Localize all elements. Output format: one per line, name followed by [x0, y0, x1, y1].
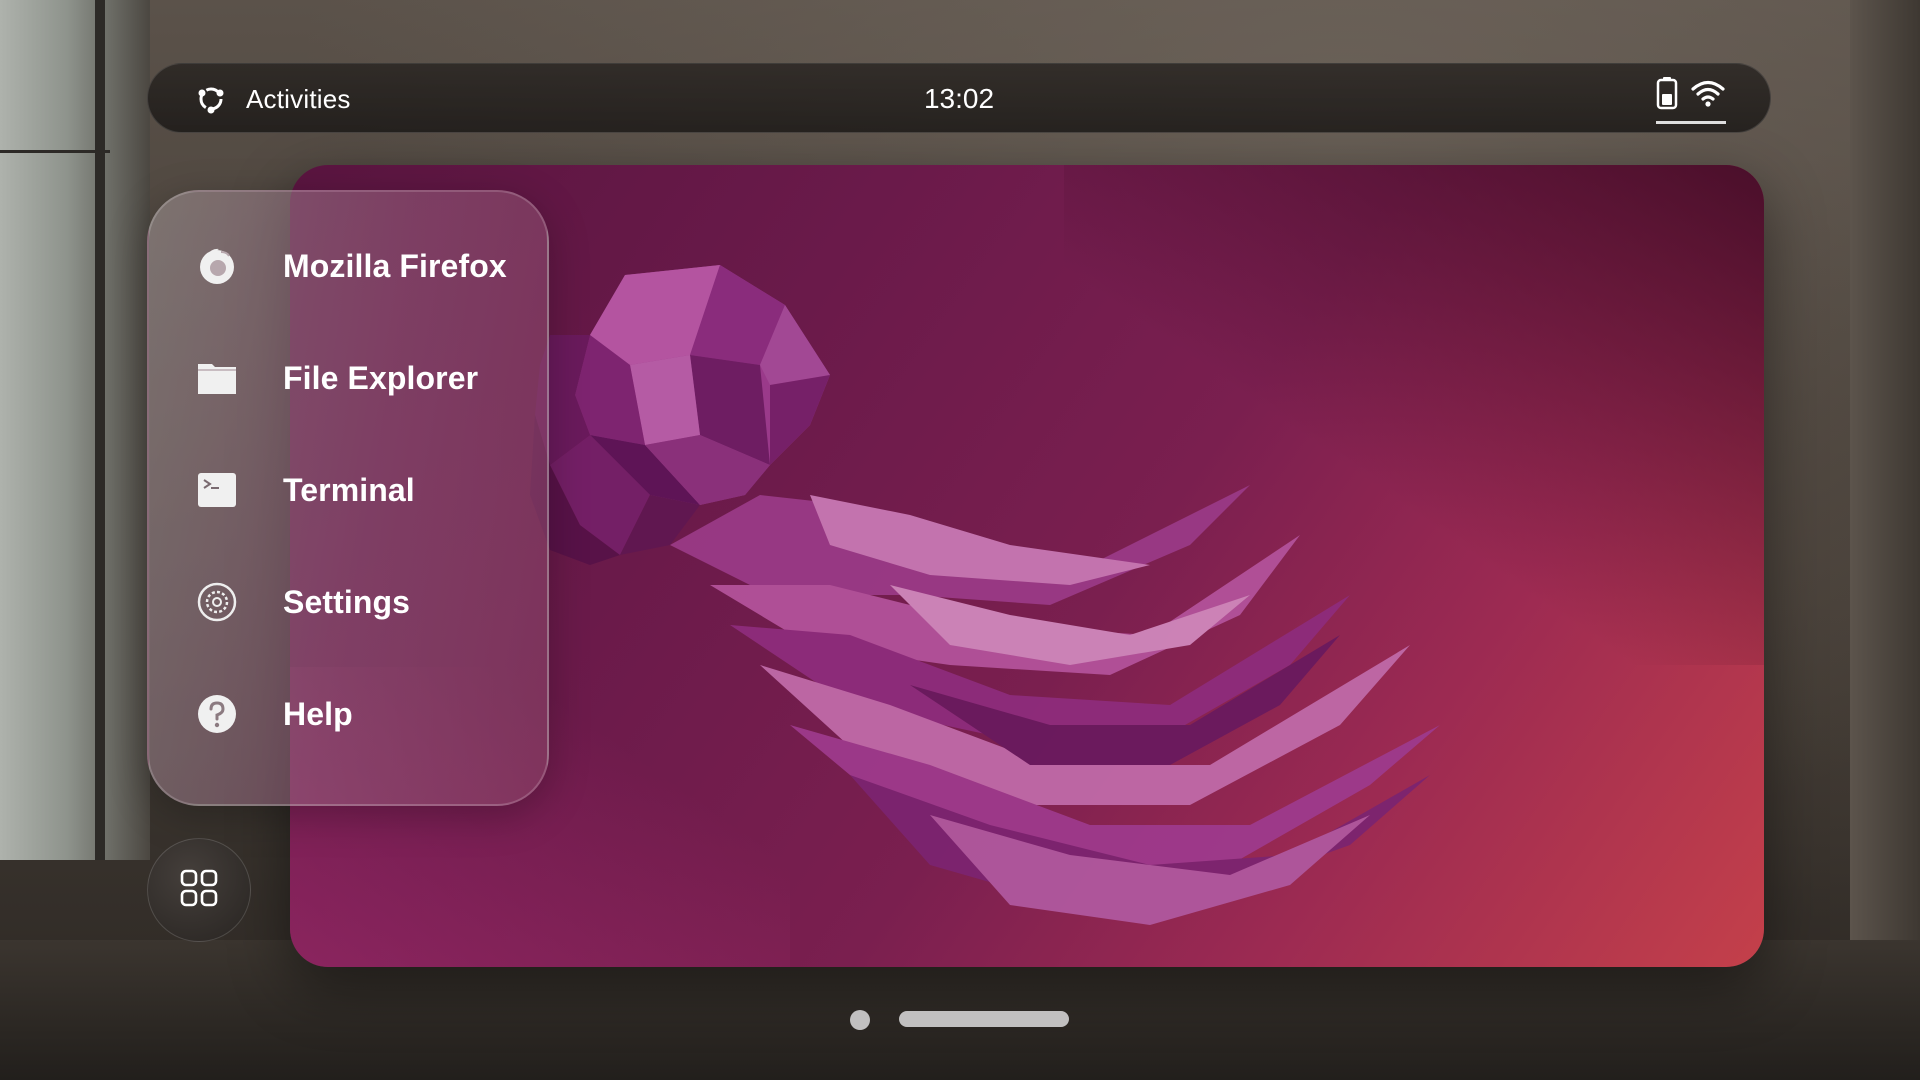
terminal-icon [197, 470, 237, 510]
folder-icon [197, 358, 237, 398]
show-apps-button[interactable] [147, 838, 251, 942]
menu-item-settings[interactable]: Settings [149, 562, 551, 642]
app-menu: Mozilla Firefox File Explorer Terminal S… [147, 190, 549, 806]
app-grid-icon [180, 869, 218, 912]
home-bar[interactable] [899, 1011, 1069, 1027]
background-pillar [1850, 0, 1920, 1080]
top-bar: Activities 13:02 [147, 63, 1771, 133]
firefox-icon [197, 246, 237, 286]
menu-item-help[interactable]: Help [149, 674, 551, 754]
clock: 13:02 [923, 83, 995, 114]
status-tray[interactable] [1656, 76, 1726, 124]
background-window [0, 0, 150, 860]
activities-button[interactable]: Activities [196, 64, 351, 134]
ubuntu-logo-icon [196, 84, 226, 114]
menu-item-label: Terminal [283, 471, 415, 508]
wifi-icon [1690, 78, 1726, 113]
activities-label: Activities [246, 83, 351, 114]
menu-item-file-explorer[interactable]: File Explorer [149, 338, 551, 418]
menu-item-label: Mozilla Firefox [283, 247, 507, 284]
gear-icon [197, 582, 237, 622]
menu-item-label: File Explorer [283, 359, 479, 396]
menu-item-label: Settings [283, 583, 411, 620]
menu-item-firefox[interactable]: Mozilla Firefox [149, 226, 551, 306]
page-dot[interactable] [850, 1010, 870, 1030]
menu-item-terminal[interactable]: Terminal [149, 450, 551, 530]
menu-item-label: Help [283, 695, 353, 732]
battery-icon [1656, 76, 1678, 115]
help-icon [197, 694, 237, 734]
